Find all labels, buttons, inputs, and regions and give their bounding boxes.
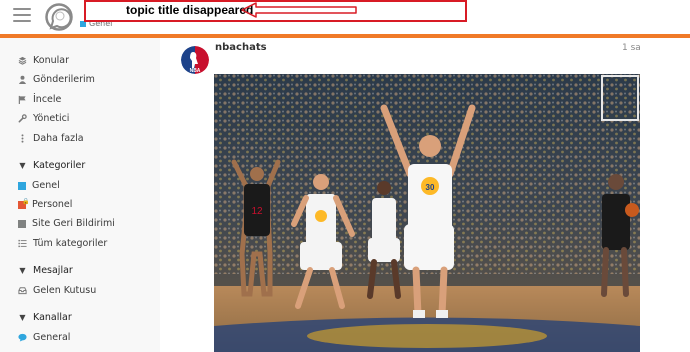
sidebar-item-more[interactable]: Daha fazla [18,133,84,144]
sidebar-item-label: General [33,332,71,343]
section-heading: Mesajlar [33,265,73,276]
sidebar-item-label: İncele [33,94,62,105]
user-icon [18,75,27,84]
sidebar-category-all[interactable]: Tüm kategoriler [18,238,107,249]
header: Genel topic title disappeared [0,0,690,34]
section-categories[interactable]: ▼ Kategoriler [18,160,85,171]
avatar[interactable]: NBA [181,46,209,74]
chat-bubble-icon [18,333,27,342]
inbox-icon [18,287,27,295]
category-color-square [18,181,26,190]
sidebar-item-label: Yönetici [33,113,70,124]
section-heading: Kanallar [33,312,72,323]
sidebar-item-topics[interactable]: Konular [18,55,69,66]
list-icon [18,239,27,248]
annotation-arrow-icon [241,2,357,18]
sidebar-item-label: Personel [32,199,73,210]
annotation-text: topic title disappeared [126,3,254,17]
sidebar [0,38,160,352]
sidebar-item-label: Site Geri Bildirimi [32,218,115,229]
section-channels[interactable]: ▼ Kanallar [18,312,72,323]
chevron-down-icon: ▼ [19,313,26,322]
sidebar-item-review[interactable]: İncele [18,94,61,105]
site-logo[interactable] [44,2,74,32]
sidebar-item-label: Konular [33,55,69,66]
layers-icon [18,56,27,65]
sidebar-item-admin[interactable]: Yönetici [18,113,69,124]
svg-text:30: 30 [426,183,435,192]
wrench-icon [18,114,27,123]
chevron-down-icon: ▼ [19,266,26,275]
sidebar-category-genel[interactable]: Genel [18,180,60,191]
sidebar-item-label: Tüm kategoriler [33,238,108,249]
sidebar-item-label: Gönderilerim [33,74,95,85]
category-color-square [18,219,26,228]
more-icon [21,134,24,143]
sidebar-item-inbox[interactable]: Gelen Kutusu [18,285,96,296]
hamburger-menu-icon[interactable] [13,8,31,24]
post-username[interactable]: nbachats [215,42,267,53]
svg-text:12: 12 [251,206,263,217]
section-heading: Kategoriler [33,160,86,171]
sidebar-item-label: Genel [32,180,60,191]
section-messages[interactable]: ▼ Mesajlar [18,265,73,276]
sidebar-category-site-feedback[interactable]: Site Geri Bildirimi [18,218,115,229]
sidebar-item-label: Gelen Kutusu [33,285,97,296]
lock-category-icon: 🔒 [18,198,29,209]
post-timestamp[interactable]: 1 sa [622,43,641,53]
sidebar-item-my-posts[interactable]: Gönderilerim [18,74,95,85]
sidebar-item-label: Daha fazla [33,133,84,144]
avatar-text: NBA [190,68,201,74]
flag-icon [18,95,26,104]
post-image[interactable]: 12 30 [214,74,640,352]
sidebar-channel-general[interactable]: General [18,332,70,343]
page: Genel topic title disappeared Konular Gö… [0,0,690,352]
sidebar-category-personel[interactable]: 🔒 Personel [18,198,73,210]
chevron-down-icon: ▼ [19,161,26,170]
